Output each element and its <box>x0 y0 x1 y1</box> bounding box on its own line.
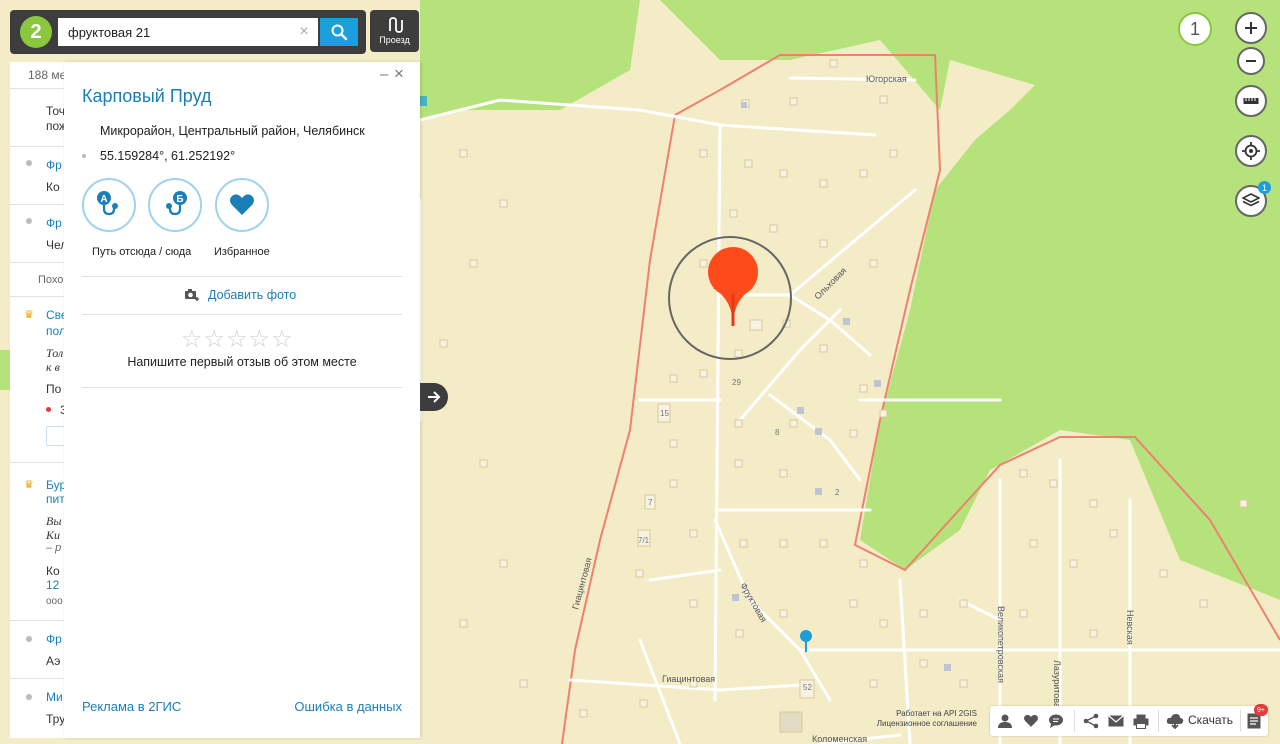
minus-icon <box>1246 60 1256 62</box>
geolocate-button[interactable] <box>1235 135 1267 167</box>
street-label: Невская <box>1125 610 1135 645</box>
street-label: Коломенская <box>812 734 867 744</box>
crown-icon: ♛ <box>24 479 34 491</box>
place-address: Микрорайон, Центральный район, Челябинск <box>100 124 365 138</box>
camera-plus-icon <box>185 289 199 301</box>
zoom-level-badge: 1 <box>1178 12 1212 46</box>
route-ba-icon: Б <box>166 191 187 216</box>
report-error-link[interactable]: Ошибка в данных <box>294 699 402 714</box>
download-label[interactable]: Скачать <box>1188 713 1233 727</box>
plus-icon <box>1245 22 1257 34</box>
route-ab-icon: А <box>97 191 118 216</box>
ruler-button[interactable] <box>1235 85 1267 117</box>
review-prompt[interactable]: Напишите первый отзыв об этом месте <box>64 355 420 369</box>
share-icon[interactable] <box>1082 712 1100 730</box>
close-card-icon[interactable]: × <box>394 64 404 84</box>
house-number: 7 <box>648 498 653 507</box>
route-icon <box>388 17 403 33</box>
search-bar: 2 × <box>10 10 366 54</box>
arrow-right-icon <box>428 391 441 403</box>
house-number: 15 <box>660 409 669 418</box>
house-number: 2 <box>835 488 840 497</box>
advertise-link[interactable]: Реклама в 2ГИС <box>82 699 181 714</box>
map-attribution[interactable]: Работает на API 2GIS Лицензионное соглаш… <box>873 709 977 729</box>
cloud-download-icon[interactable] <box>1166 712 1184 730</box>
route-ab-button[interactable]: А <box>82 178 136 232</box>
attribution-api[interactable]: Работает на API 2GIS <box>873 709 977 719</box>
route-button-label: Проезд <box>379 35 410 45</box>
add-photo-label: Добавить фото <box>208 288 297 302</box>
street-label: Гиацинтовая <box>662 674 715 684</box>
svg-text:А: А <box>100 194 107 205</box>
favorites-icon[interactable] <box>1022 712 1040 730</box>
house-number: 7/1 <box>638 536 650 545</box>
crown-icon: ♛ <box>24 309 34 321</box>
search-input[interactable] <box>58 18 318 46</box>
layers-icon <box>1242 193 1260 207</box>
route-button[interactable]: Проезд <box>370 10 419 52</box>
print-icon[interactable] <box>1132 712 1150 730</box>
mail-icon[interactable] <box>1107 712 1125 730</box>
user-icon[interactable] <box>996 712 1014 730</box>
favorite-button[interactable] <box>215 178 269 232</box>
street-label: Великопетровская <box>996 606 1006 683</box>
place-coordinates: 55.159284°, 61.252192° <box>100 149 236 163</box>
notification-badge: 9+ <box>1254 704 1268 716</box>
zoom-in-button[interactable] <box>1235 12 1267 44</box>
clear-search-icon[interactable]: × <box>296 22 312 42</box>
rating-stars[interactable]: ☆ ☆ ☆ ☆ ☆ <box>181 328 294 352</box>
street-label: Югорская <box>866 74 907 84</box>
place-title: Карповый Пруд <box>82 86 212 106</box>
minimize-card-icon[interactable]: – <box>380 66 388 83</box>
results-list[interactable]: 188 ме Точ пож Фр Ко Фр Чел Похо ♛ Све п… <box>10 62 70 738</box>
house-number: 8 <box>775 428 780 437</box>
crosshair-icon <box>1242 142 1260 160</box>
heart-icon <box>230 194 254 215</box>
zoom-out-button[interactable] <box>1237 47 1265 75</box>
star-icon[interactable]: ☆ <box>181 328 203 352</box>
star-icon[interactable]: ☆ <box>226 328 248 352</box>
route-action-label: Путь отсюда / сюда <box>92 246 192 258</box>
house-number: 52 <box>803 683 812 692</box>
star-icon[interactable]: ☆ <box>249 328 271 352</box>
collapse-panel-button[interactable] <box>420 383 448 411</box>
forest-area <box>0 350 10 390</box>
svg-text:Б: Б <box>176 194 183 205</box>
chat-icon[interactable] <box>1047 712 1065 730</box>
search-icon <box>331 24 348 41</box>
ruler-icon <box>1243 98 1259 104</box>
bottom-toolbar: Скачать <box>990 706 1268 736</box>
route-ba-button[interactable]: Б <box>148 178 202 232</box>
favorite-action-label: Избранное <box>214 246 270 258</box>
2gis-logo[interactable]: 2 <box>20 16 52 48</box>
coords-bullet-icon <box>82 154 86 158</box>
house-number: 29 <box>732 378 741 387</box>
layers-count-badge: 1 <box>1258 181 1271 194</box>
attribution-license[interactable]: Лицензионное соглашение <box>873 719 977 729</box>
place-card: – × Карповый Пруд Микрорайон, Центральны… <box>64 62 420 738</box>
add-photo-button[interactable]: Добавить фото <box>184 288 296 302</box>
star-icon[interactable]: ☆ <box>271 328 293 352</box>
search-button[interactable] <box>320 18 358 46</box>
star-icon[interactable]: ☆ <box>204 328 226 352</box>
